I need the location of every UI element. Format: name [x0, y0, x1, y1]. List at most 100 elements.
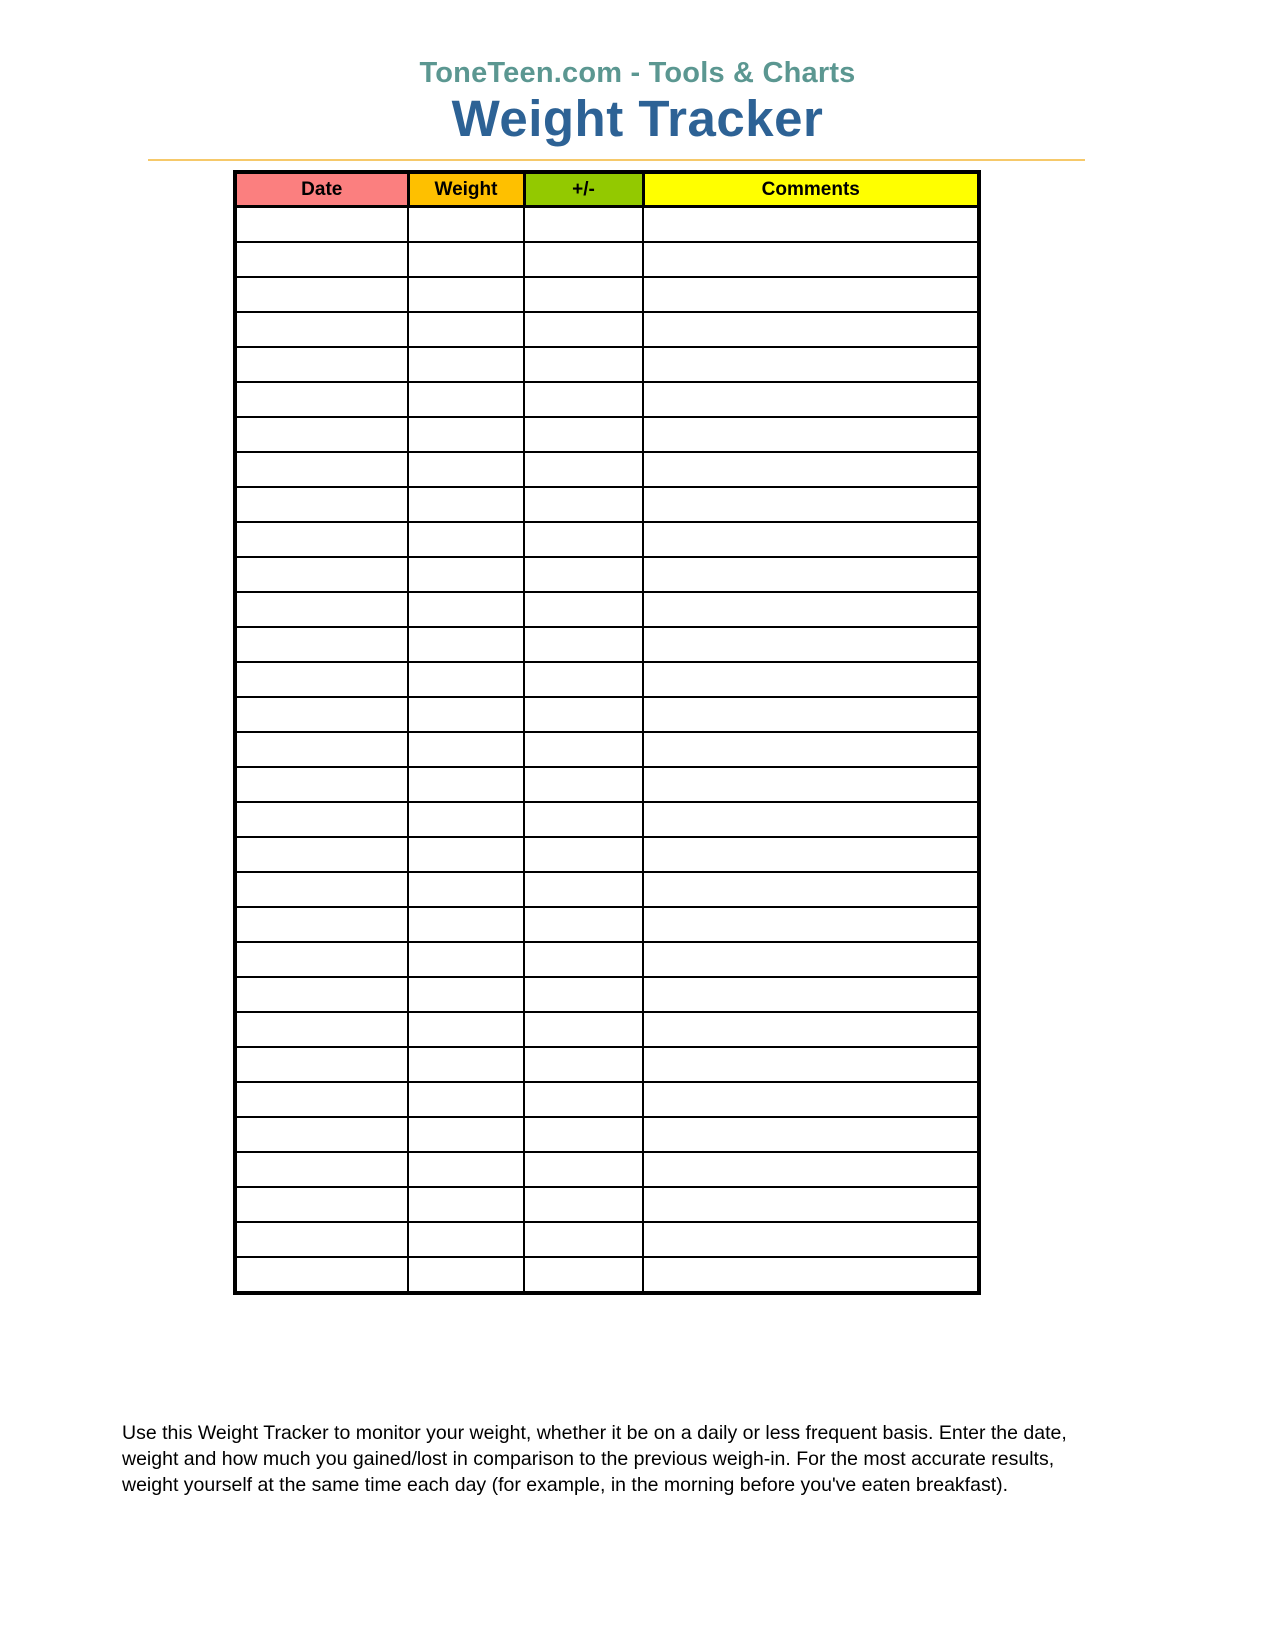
cell-delta[interactable] — [523, 1256, 644, 1294]
cell-delta[interactable] — [523, 521, 644, 558]
cell-delta[interactable] — [523, 1116, 644, 1153]
cell-date[interactable] — [234, 626, 409, 663]
cell-date[interactable] — [234, 976, 409, 1013]
table-row[interactable] — [234, 1221, 980, 1258]
table-row[interactable] — [234, 661, 980, 698]
cell-date[interactable] — [234, 696, 409, 733]
table-row[interactable] — [234, 1186, 980, 1223]
cell-date[interactable] — [234, 661, 409, 698]
cell-date[interactable] — [234, 801, 409, 838]
table-row[interactable] — [234, 906, 980, 943]
cell-date[interactable] — [234, 731, 409, 768]
cell-delta[interactable] — [523, 1151, 644, 1188]
cell-delta[interactable] — [523, 416, 644, 453]
cell-comments[interactable] — [642, 381, 980, 418]
cell-weight[interactable] — [407, 451, 525, 488]
cell-weight[interactable] — [407, 416, 525, 453]
cell-comments[interactable] — [642, 556, 980, 593]
cell-comments[interactable] — [642, 1116, 980, 1153]
cell-date[interactable] — [234, 1011, 409, 1048]
cell-date[interactable] — [234, 521, 409, 558]
cell-comments[interactable] — [642, 941, 980, 978]
cell-date[interactable] — [234, 1221, 409, 1258]
cell-comments[interactable] — [642, 626, 980, 663]
table-row[interactable] — [234, 416, 980, 453]
cell-comments[interactable] — [642, 205, 980, 243]
cell-date[interactable] — [234, 906, 409, 943]
cell-date[interactable] — [234, 836, 409, 873]
cell-comments[interactable] — [642, 276, 980, 313]
table-row[interactable] — [234, 521, 980, 558]
cell-date[interactable] — [234, 1081, 409, 1118]
cell-delta[interactable] — [523, 871, 644, 908]
table-row[interactable] — [234, 836, 980, 873]
table-row[interactable] — [234, 871, 980, 908]
cell-delta[interactable] — [523, 1221, 644, 1258]
table-row[interactable] — [234, 205, 980, 243]
table-row[interactable] — [234, 276, 980, 313]
table-row[interactable] — [234, 1256, 980, 1294]
cell-date[interactable] — [234, 205, 409, 243]
cell-date[interactable] — [234, 416, 409, 453]
cell-comments[interactable] — [642, 1256, 980, 1294]
cell-weight[interactable] — [407, 1116, 525, 1153]
cell-weight[interactable] — [407, 1081, 525, 1118]
cell-comments[interactable] — [642, 521, 980, 558]
table-row[interactable] — [234, 451, 980, 488]
cell-date[interactable] — [234, 381, 409, 418]
cell-delta[interactable] — [523, 381, 644, 418]
cell-date[interactable] — [234, 486, 409, 523]
cell-weight[interactable] — [407, 556, 525, 593]
cell-delta[interactable] — [523, 626, 644, 663]
cell-comments[interactable] — [642, 591, 980, 628]
cell-weight[interactable] — [407, 801, 525, 838]
cell-comments[interactable] — [642, 486, 980, 523]
cell-weight[interactable] — [407, 696, 525, 733]
table-row[interactable] — [234, 801, 980, 838]
cell-delta[interactable] — [523, 241, 644, 278]
cell-weight[interactable] — [407, 906, 525, 943]
table-row[interactable] — [234, 241, 980, 278]
cell-weight[interactable] — [407, 1011, 525, 1048]
cell-delta[interactable] — [523, 906, 644, 943]
cell-date[interactable] — [234, 1256, 409, 1294]
cell-delta[interactable] — [523, 1046, 644, 1083]
cell-delta[interactable] — [523, 1081, 644, 1118]
cell-date[interactable] — [234, 1046, 409, 1083]
table-row[interactable] — [234, 941, 980, 978]
cell-comments[interactable] — [642, 731, 980, 768]
cell-delta[interactable] — [523, 836, 644, 873]
table-row[interactable] — [234, 381, 980, 418]
cell-comments[interactable] — [642, 836, 980, 873]
cell-date[interactable] — [234, 556, 409, 593]
cell-weight[interactable] — [407, 661, 525, 698]
cell-weight[interactable] — [407, 381, 525, 418]
cell-comments[interactable] — [642, 1186, 980, 1223]
table-row[interactable] — [234, 486, 980, 523]
cell-comments[interactable] — [642, 696, 980, 733]
cell-comments[interactable] — [642, 766, 980, 803]
cell-comments[interactable] — [642, 1046, 980, 1083]
cell-delta[interactable] — [523, 976, 644, 1013]
cell-comments[interactable] — [642, 906, 980, 943]
cell-delta[interactable] — [523, 346, 644, 383]
cell-comments[interactable] — [642, 416, 980, 453]
cell-date[interactable] — [234, 346, 409, 383]
cell-delta[interactable] — [523, 486, 644, 523]
cell-weight[interactable] — [407, 836, 525, 873]
cell-weight[interactable] — [407, 976, 525, 1013]
table-row[interactable] — [234, 1116, 980, 1153]
cell-date[interactable] — [234, 871, 409, 908]
table-row[interactable] — [234, 766, 980, 803]
cell-comments[interactable] — [642, 451, 980, 488]
table-row[interactable] — [234, 696, 980, 733]
cell-delta[interactable] — [523, 661, 644, 698]
cell-delta[interactable] — [523, 941, 644, 978]
cell-date[interactable] — [234, 941, 409, 978]
cell-weight[interactable] — [407, 1256, 525, 1294]
cell-date[interactable] — [234, 311, 409, 348]
cell-weight[interactable] — [407, 521, 525, 558]
cell-comments[interactable] — [642, 1011, 980, 1048]
cell-date[interactable] — [234, 591, 409, 628]
cell-date[interactable] — [234, 1186, 409, 1223]
